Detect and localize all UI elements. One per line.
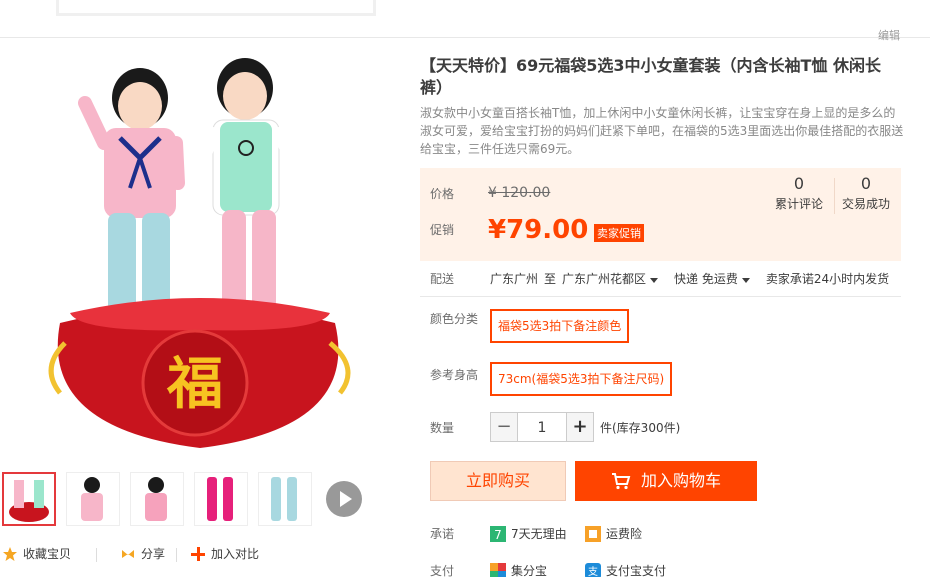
shipping-method: 快递 免运费 — [674, 272, 738, 286]
points-icon — [490, 562, 506, 577]
thumbnail-5[interactable] — [258, 472, 312, 526]
share-action[interactable]: 分享 — [120, 545, 165, 562]
promise-return[interactable]: 7 7天无理由 — [490, 525, 567, 542]
quantity-input[interactable]: 1 — [518, 412, 566, 442]
promise-insurance[interactable]: 运费险 — [585, 525, 642, 542]
chevron-down-icon — [741, 278, 750, 283]
thumbnail-strip — [0, 472, 405, 528]
share-icon — [122, 549, 134, 558]
size-label: 参考身高 — [430, 368, 479, 382]
quantity-plus-button[interactable]: + — [566, 412, 594, 442]
product-subtitle: 淑女款中小女童百搭长袖T恤，加上休闲中小女童休闲长裤，让宝宝穿在身上显的是多么的… — [420, 106, 904, 156]
compare-label: 加入对比 — [211, 547, 260, 561]
sales-count: 0 — [860, 174, 872, 193]
divider — [420, 296, 901, 297]
shipping-destination: 广东广州花都区 — [562, 272, 647, 286]
shipping-promise: 卖家承诺24小时内发货 — [765, 272, 890, 286]
thumbnail-3[interactable] — [130, 472, 184, 526]
bag-badge-text: 福 — [166, 352, 223, 417]
compare-action[interactable]: 加入对比 — [190, 545, 259, 562]
alipay-icon: 支 — [585, 562, 601, 577]
cart-icon — [611, 473, 631, 490]
share-label: 分享 — [141, 547, 166, 561]
seven-day-return-icon: 7 — [490, 525, 506, 542]
thumbnail-1[interactable] — [2, 472, 56, 526]
girl-left-figure — [78, 68, 185, 321]
original-price: ¥ 120.00 — [488, 185, 551, 201]
sales-label: 交易成功 — [841, 197, 890, 211]
size-option[interactable]: 73cm(福袋5选3拍下备注尺码) — [490, 362, 673, 396]
edit-link[interactable]: 编辑 — [878, 27, 900, 43]
svg-text:支: 支 — [588, 566, 598, 577]
chevron-down-icon — [650, 278, 659, 283]
payment-method-2[interactable]: 支 支付宝支付 — [585, 562, 666, 577]
quantity-label: 数量 — [430, 421, 455, 435]
reviews-count: 0 — [793, 174, 805, 193]
payment-method-2-label: 支付宝支付 — [606, 564, 667, 577]
svg-text:7: 7 — [494, 528, 502, 542]
sales-stat: 0 交易成功 — [831, 174, 901, 212]
reviews-stat[interactable]: 0 累计评论 — [764, 174, 834, 212]
price-box: 价格 ¥ 120.00 促销 ¥79.00 卖家促销 0 累计评论 0 交易成功 — [420, 168, 901, 261]
thumbnail-next-button[interactable] — [326, 481, 362, 517]
payment-method-1-label: 集分宝 — [511, 564, 548, 577]
reviews-label: 累计评论 — [774, 197, 823, 211]
insurance-label: 运费险 — [606, 527, 643, 541]
payment-method-1[interactable]: 集分宝 — [490, 562, 547, 577]
action-bar: 收藏宝贝 分享 加入对比 — [0, 545, 405, 565]
favorite-action[interactable]: 收藏宝贝 — [2, 545, 71, 562]
insurance-icon — [585, 525, 601, 542]
action-separator — [96, 548, 97, 562]
price-label: 价格 — [430, 187, 455, 201]
add-to-cart-button[interactable]: 加入购物车 — [575, 461, 757, 501]
shipping-method-select[interactable]: 快递 免运费 — [674, 270, 750, 287]
payment-label: 支付 — [430, 564, 455, 577]
shipping-row: 广东广州 至 广东广州花都区 快递 免运费 卖家承诺24小时内发货 — [490, 270, 889, 287]
promo-label: 促销 — [430, 223, 455, 237]
product-title: 【天天特价】69元福袋5选3中小女童套装（内含长袖T恤 休闲长裤） — [420, 56, 882, 97]
quantity-stepper: − 1 + 件(库存300件) — [490, 412, 680, 442]
add-to-cart-label: 加入购物车 — [640, 471, 721, 490]
thumbnail-2[interactable] — [66, 472, 120, 526]
shipping-from: 广东广州 — [490, 272, 539, 286]
main-product-image[interactable]: 福 — [0, 48, 405, 453]
buy-now-button[interactable]: 立即购买 — [430, 461, 566, 501]
thumbnail-4[interactable] — [194, 472, 248, 526]
product-illustration: 福 — [48, 58, 351, 448]
action-separator — [176, 548, 177, 562]
top-box — [56, 0, 376, 16]
shipping-to-word: 至 — [544, 272, 557, 286]
color-option[interactable]: 福袋5选3拍下备注颜色 — [490, 309, 630, 343]
favorite-label: 收藏宝贝 — [23, 547, 72, 561]
promo-price: ¥79.00 — [488, 215, 589, 245]
quantity-minus-button[interactable]: − — [490, 412, 518, 442]
product-info: 【天天特价】69元福袋5选3中小女童套装（内含长袖T恤 休闲长裤） 淑女款中小女… — [420, 55, 905, 158]
plus-icon — [191, 546, 205, 561]
girl-right-figure — [194, 58, 304, 310]
quantity-stock: 件(库存300件) — [600, 420, 681, 435]
top-strip: 编辑 — [0, 0, 930, 42]
shipping-label: 配送 — [430, 272, 455, 286]
return-label: 7天无理由 — [511, 527, 567, 541]
color-label: 颜色分类 — [430, 312, 479, 326]
shipping-destination-select[interactable]: 广东广州花都区 — [562, 270, 659, 287]
promise-label: 承诺 — [430, 527, 455, 541]
star-icon — [3, 546, 17, 561]
promo-tag: 卖家促销 — [594, 224, 644, 242]
